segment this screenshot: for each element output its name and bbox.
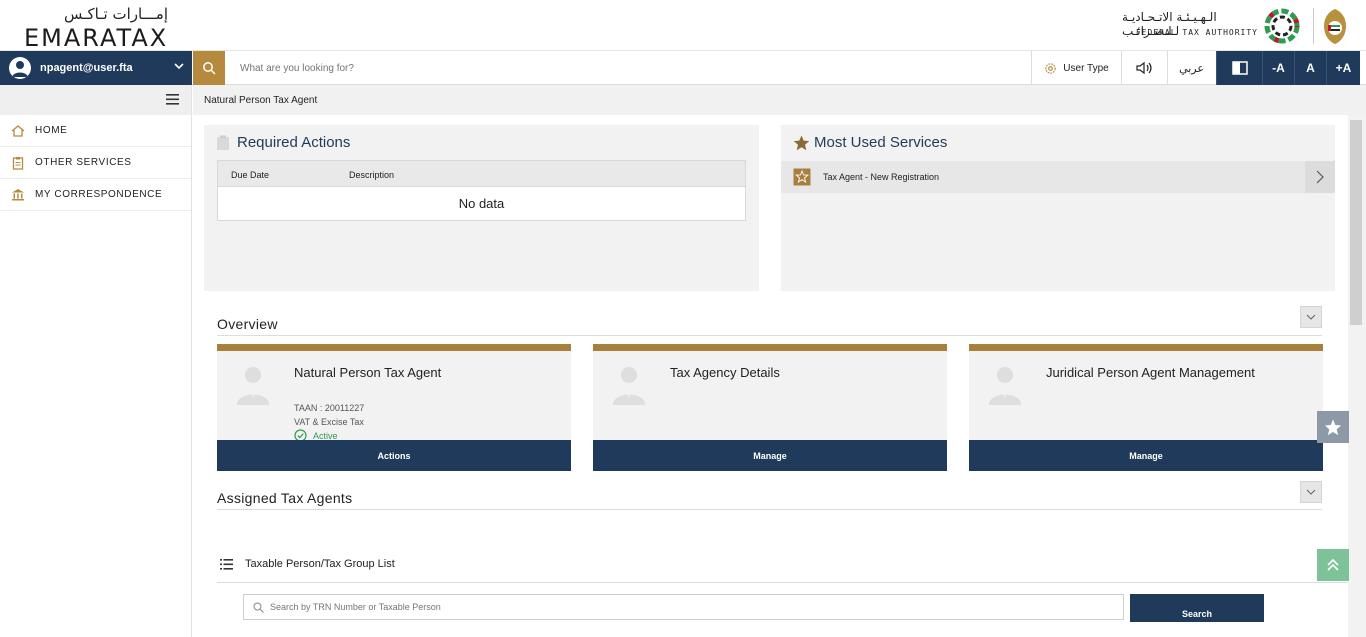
hamburger-menu-icon[interactable] (166, 94, 179, 105)
overview-title: Overview (217, 316, 278, 332)
font-increase-button[interactable]: +A (1326, 51, 1360, 85)
trn-search-input[interactable] (270, 595, 1110, 619)
assigned-collapse-button[interactable] (1300, 481, 1322, 503)
nav-bar: npagent@user.fta User Type عربي -A A +A (0, 51, 1366, 85)
text-to-speech-button[interactable] (1121, 51, 1167, 85)
sidebar-header (0, 85, 191, 115)
card-title: Natural Person Tax Agent (294, 365, 442, 380)
top-header: إمـــارات تـاكـس EMARATAX الـهـيـئـة الا… (0, 0, 1366, 52)
sidebar: HOME OTHER SERVICES MY CORRESPONDENCE (0, 85, 192, 637)
scrollbar-thumb[interactable] (1350, 120, 1362, 325)
double-chevron-up-icon (1327, 558, 1339, 571)
chevron-down-icon (1306, 314, 1316, 320)
sidebar-item-label: MY CORRESPONDENCE (35, 189, 163, 200)
taxable-person-search-button[interactable]: Search (1130, 594, 1264, 622)
list-divider (217, 582, 1348, 583)
contrast-icon (1231, 61, 1248, 75)
fta-logo: الـهـيـئـة الاتـحـاديـة لـلـضـرائـب FEDE… (1122, 6, 1302, 46)
breadcrumb: Natural Person Tax Agent (193, 85, 1366, 115)
card-tax-agency-details: Tax Agency Details Manage (593, 344, 947, 471)
chevron-right-icon (1316, 170, 1324, 184)
required-actions-panel: Required Actions Due Date Description No… (204, 125, 759, 291)
sidebar-item-other-services[interactable]: OTHER SERVICES (0, 147, 191, 179)
search-icon (203, 62, 216, 75)
card-title: Juridical Person Agent Management (1046, 365, 1255, 380)
column-due-date: Due Date (231, 170, 270, 180)
taxable-person-search (243, 594, 1124, 620)
logo-arabic-text: إمـــارات تـاكـس (63, 5, 168, 23)
font-reset-button[interactable]: A (1294, 51, 1326, 85)
manage-button[interactable]: Manage (969, 440, 1323, 471)
person-placeholder-icon (989, 367, 1021, 405)
favorite-star-icon (793, 168, 811, 186)
overview-collapse-button[interactable] (1300, 306, 1322, 328)
card-juridical-person-agent-management: Juridical Person Agent Management Manage (969, 344, 1323, 471)
user-menu[interactable]: npagent@user.fta (0, 51, 192, 85)
chevron-down-icon (174, 63, 184, 70)
main-content: Required Actions Due Date Description No… (193, 115, 1348, 637)
chevron-down-icon (1306, 489, 1316, 495)
assigned-divider (217, 509, 1322, 510)
favorites-float-button[interactable] (1317, 411, 1349, 443)
uae-emblem-icon (1324, 9, 1346, 44)
overview-divider (217, 335, 1322, 336)
user-type-button[interactable]: User Type (1031, 51, 1121, 85)
sidebar-item-home[interactable]: HOME (0, 115, 191, 147)
assigned-tax-agents-title: Assigned Tax Agents (217, 490, 353, 506)
taxable-person-list-header: Taxable Person/Tax Group List (220, 558, 395, 570)
person-placeholder-icon (237, 367, 269, 405)
most-used-services-panel: Most Used Services Tax Agent - New Regis… (781, 125, 1335, 291)
manage-button[interactable]: Manage (593, 440, 947, 471)
home-icon (11, 124, 25, 137)
card-natural-person-tax-agent: Natural Person Tax Agent TAAN : 20011227… (217, 344, 571, 471)
service-label: Tax Agent - New Registration (823, 172, 940, 182)
sidebar-item-my-correspondence[interactable]: MY CORRESPONDENCE (0, 179, 191, 211)
font-decrease-button[interactable]: -A (1262, 51, 1294, 85)
search-input[interactable] (230, 54, 1020, 82)
card-title: Tax Agency Details (670, 365, 780, 380)
service-open-button[interactable] (1305, 161, 1335, 193)
search-button[interactable] (193, 51, 225, 85)
contrast-toggle[interactable] (1216, 51, 1262, 85)
sidebar-item-label: HOME (35, 125, 68, 136)
service-item-tax-agent-registration[interactable]: Tax Agent - New Registration (781, 161, 1335, 193)
star-icon (1324, 419, 1342, 435)
actions-button[interactable]: Actions (217, 440, 571, 471)
header-divider (1313, 8, 1314, 44)
star-icon (793, 135, 810, 151)
clipboard-icon (12, 156, 24, 170)
sidebar-item-label: OTHER SERVICES (35, 157, 132, 168)
required-actions-table: Due Date Description No data (217, 160, 746, 221)
list-icon (220, 558, 233, 570)
speaker-icon (1135, 61, 1152, 75)
scroll-to-top-button[interactable] (1317, 549, 1349, 581)
most-used-services-title: Most Used Services (814, 134, 948, 151)
clipboard-icon (217, 135, 229, 150)
tax-type: VAT & Excise Tax (294, 417, 364, 427)
taan-number: TAAN : 20011227 (294, 403, 365, 413)
fta-english-text: FEDERAL TAX AUTHORITY (1135, 28, 1258, 37)
user-type-label: User Type (1063, 62, 1109, 74)
empty-state-text: No data (458, 196, 505, 211)
breadcrumb-current: Natural Person Tax Agent (204, 95, 318, 106)
status-text: Active (313, 430, 338, 441)
logo-english-text: EMARATAX (24, 24, 169, 52)
gear-icon (1045, 62, 1056, 74)
person-placeholder-icon (613, 367, 645, 405)
required-actions-title: Required Actions (237, 134, 351, 151)
emaratax-logo[interactable]: إمـــارات تـاكـس EMARATAX (24, 5, 174, 52)
language-toggle[interactable]: عربي (1167, 51, 1215, 85)
avatar-icon (9, 57, 31, 79)
column-description: Description (349, 170, 395, 180)
fta-mark-icon (1264, 8, 1300, 44)
building-icon (12, 189, 24, 201)
search-icon (253, 602, 264, 613)
list-title: Taxable Person/Tax Group List (245, 558, 395, 570)
user-email: npagent@user.fta (40, 62, 133, 74)
table-header: Due Date Description (218, 161, 745, 187)
